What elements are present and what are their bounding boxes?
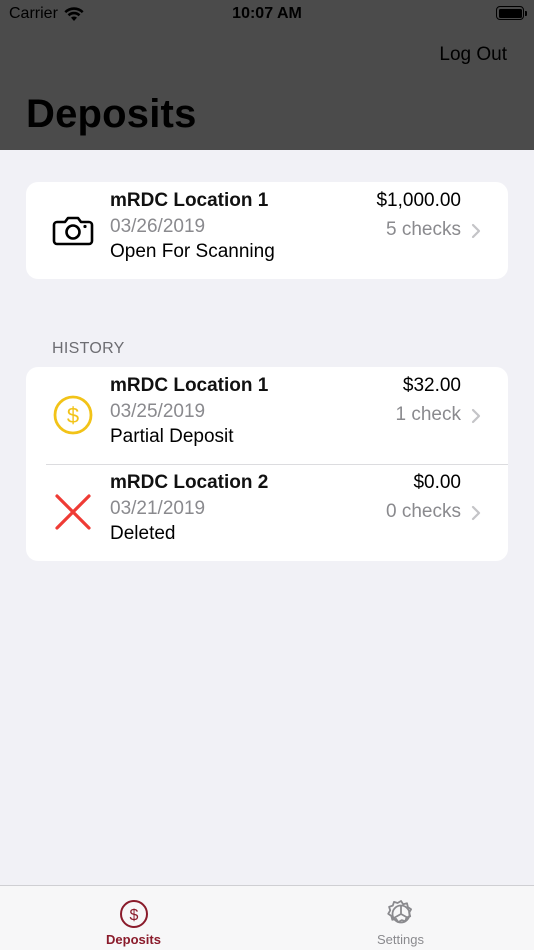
deposit-amount: $0.00 [413, 472, 461, 493]
svg-text:$: $ [67, 403, 79, 428]
history-section-label: HISTORY [52, 340, 125, 357]
chevron-right-icon [471, 408, 481, 424]
deposit-date: 03/21/2019 [110, 498, 206, 519]
tab-bar: $ Deposits Settings [0, 885, 534, 950]
tab-settings[interactable]: Settings [267, 886, 534, 950]
deposit-row-history[interactable]: $ mRDC Location 1 03/25/2019 Partial Dep… [26, 367, 508, 464]
dollar-circle-icon: $ [53, 395, 93, 435]
deposit-row-open[interactable]: mRDC Location 1 03/26/2019 Open For Scan… [26, 182, 508, 279]
tab-deposits[interactable]: $ Deposits [0, 886, 267, 950]
deposit-status: Deleted [110, 523, 176, 544]
deposit-location: mRDC Location 1 [110, 375, 269, 396]
x-icon [55, 494, 91, 530]
logout-button[interactable]: Log Out [439, 44, 507, 66]
deposit-status: Open For Scanning [110, 241, 275, 262]
open-deposit-card: mRDC Location 1 03/26/2019 Open For Scan… [26, 182, 508, 279]
history-card: $ mRDC Location 1 03/25/2019 Partial Dep… [26, 367, 508, 561]
camera-icon [52, 216, 94, 246]
deposit-check-count: 1 check [395, 404, 461, 425]
page-title: Deposits [26, 92, 197, 136]
svg-text:$: $ [129, 907, 138, 924]
tab-label: Settings [377, 932, 424, 947]
deposit-row-history[interactable]: mRDC Location 2 03/21/2019 Deleted $0.00… [26, 464, 508, 561]
dollar-circle-icon: $ [119, 900, 148, 928]
deposit-location: mRDC Location 2 [110, 472, 269, 493]
status-bar: Carrier 10:07 AM [0, 0, 534, 30]
status-time: 10:07 AM [232, 5, 302, 22]
deposit-amount: $1,000.00 [376, 190, 461, 211]
deposit-location: mRDC Location 1 [110, 190, 269, 211]
chevron-right-icon [471, 505, 481, 521]
deposit-date: 03/25/2019 [110, 401, 206, 422]
tab-label: Deposits [106, 932, 161, 947]
deposit-amount: $32.00 [402, 375, 461, 396]
battery-icon [496, 6, 527, 20]
navigation-header: Carrier 10:07 AM Log Out Deposits [0, 0, 534, 150]
gear-icon [386, 900, 412, 924]
deposit-check-count: 5 checks [386, 219, 461, 240]
deposit-date: 03/26/2019 [110, 216, 206, 237]
chevron-right-icon [471, 223, 481, 239]
deposit-status: Partial Deposit [110, 426, 234, 447]
deposit-check-count: 0 checks [386, 501, 461, 522]
